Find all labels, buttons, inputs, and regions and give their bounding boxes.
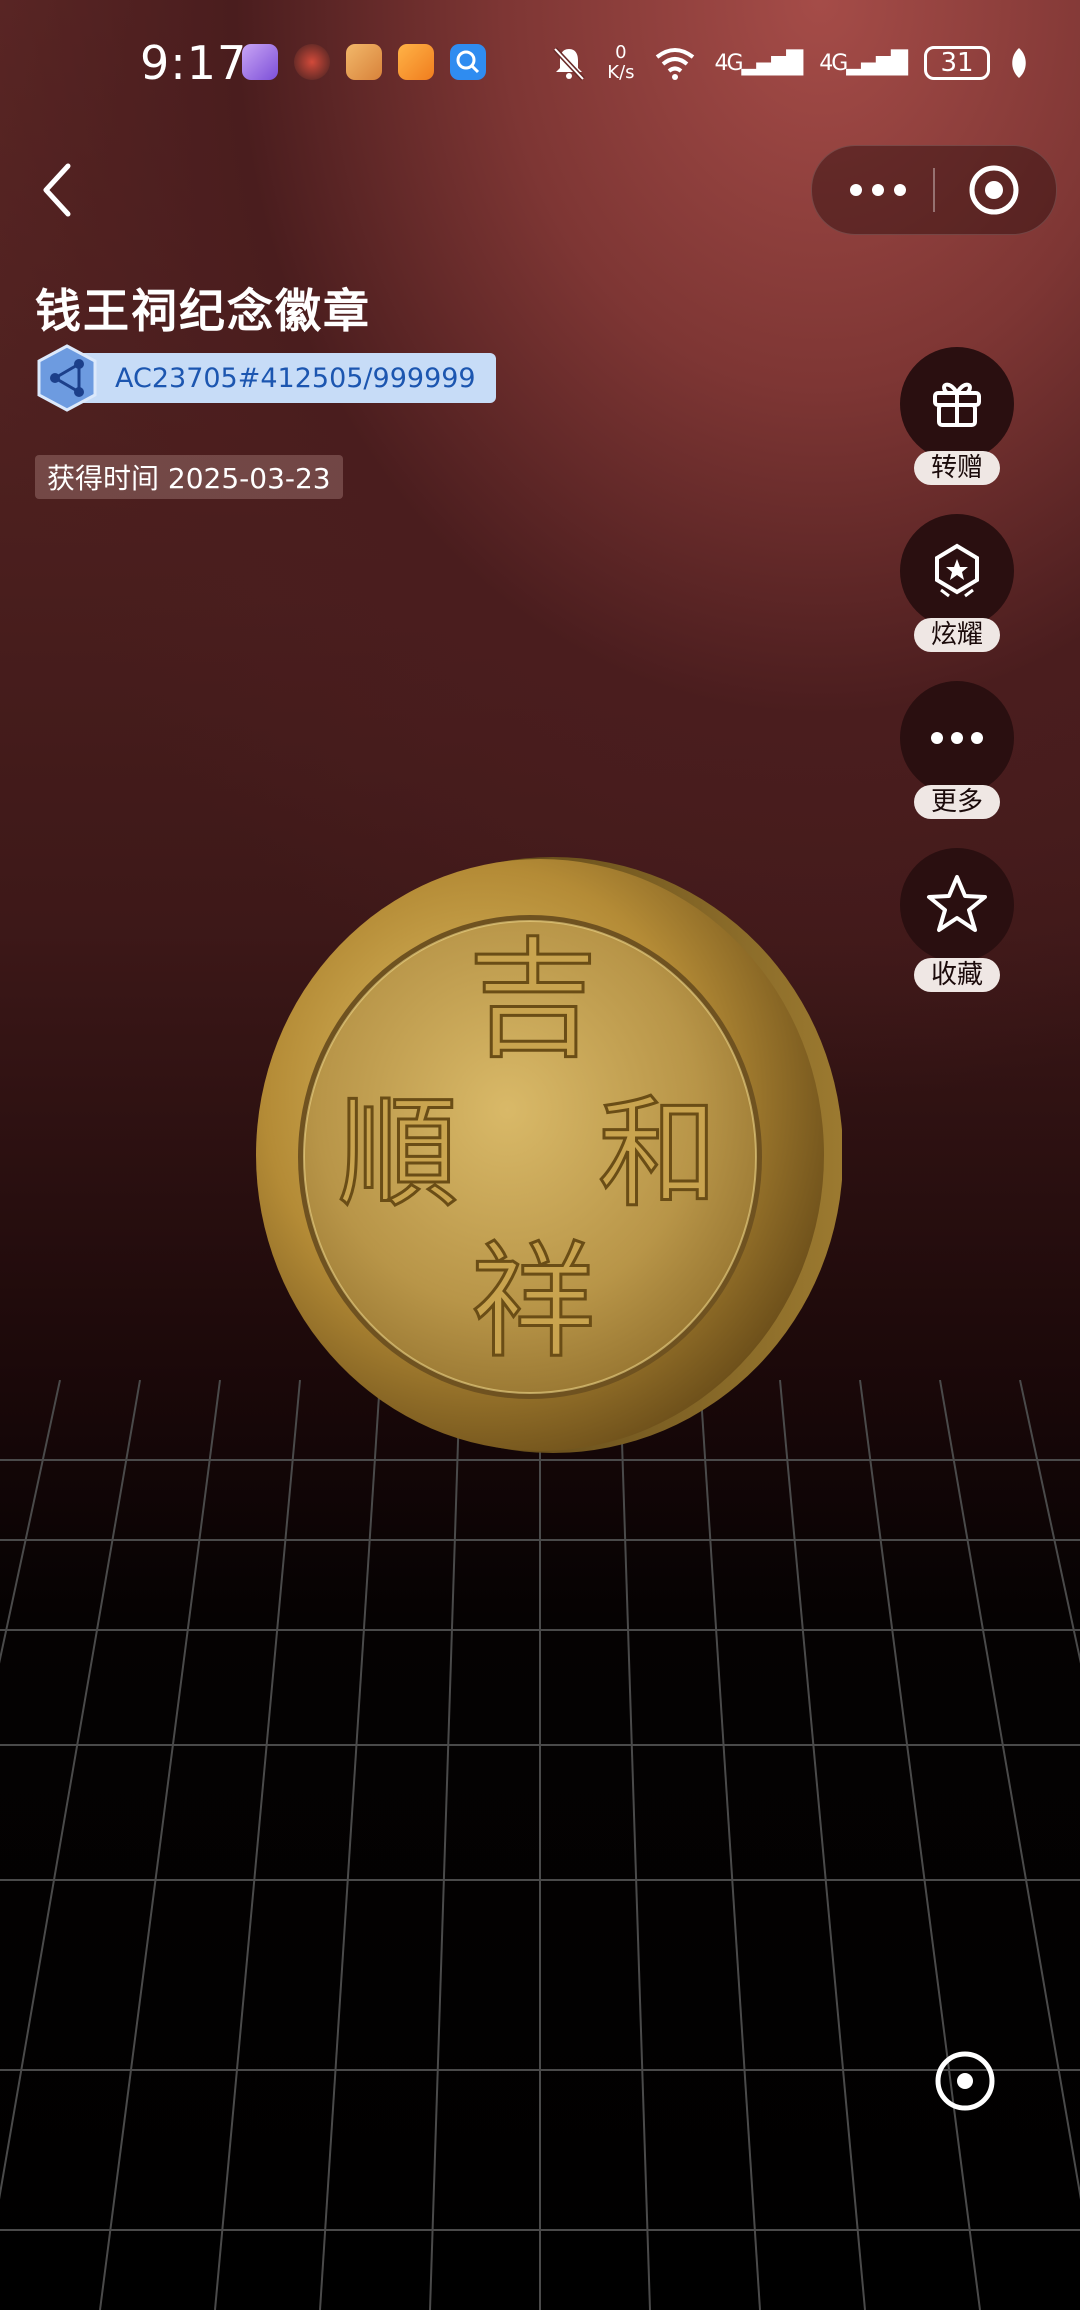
show-off-label: 炫耀: [914, 618, 1000, 652]
show-off-button[interactable]: [900, 514, 1014, 628]
wifi-icon: [655, 48, 694, 80]
mini-program-capsule: [811, 145, 1057, 235]
coin-char-right: 和: [598, 1085, 718, 1224]
net-speed-unit: K/s: [607, 62, 635, 83]
more-dots-icon[interactable]: [848, 176, 908, 204]
mute-bell-icon: [553, 47, 586, 81]
commemorative-coin[interactable]: 吉 和 祥 順: [248, 855, 842, 1455]
net-speed: 0 K/s: [607, 43, 634, 83]
app-icon-game: [346, 44, 382, 80]
star-badge-icon: [935, 543, 979, 598]
back-chevron-icon[interactable]: [38, 160, 78, 220]
target-circle-icon[interactable]: [967, 163, 1021, 217]
page-title: 钱王祠纪念徽章: [35, 284, 371, 338]
star-outline-icon: [927, 875, 987, 932]
leaf-icon: [1012, 48, 1026, 78]
status-time: 9:17: [140, 36, 248, 90]
app-icon-orange: [398, 44, 434, 80]
chain-id-tag[interactable]: AC23705#412505/999999: [35, 344, 496, 412]
more-dots-icon: [931, 732, 983, 744]
signal-2-label: 4G: [819, 50, 848, 76]
more-actions-button[interactable]: [900, 681, 1014, 795]
transfer-label: 转赠: [914, 451, 1000, 485]
floor-grid: [0, 1380, 1080, 2310]
coin-char-bottom: 祥: [471, 1230, 596, 1375]
app-icon-search: [450, 44, 486, 80]
gift-icon: [933, 382, 981, 427]
app-icon-purple: [242, 44, 278, 80]
status-right: 0 K/s 4G▂▄▆█ 4G▂▄▆█ 31: [549, 38, 1030, 88]
app-icon-avatar: [294, 44, 330, 80]
signal-1: 4G▂▄▆█: [714, 50, 804, 76]
net-speed-value: 0: [615, 42, 627, 63]
blockchain-logo-icon: [37, 344, 97, 412]
battery-indicator: 31: [924, 46, 990, 80]
coin-char-top: 吉: [468, 924, 598, 1076]
acquired-date-badge: 获得时间 2025-03-23: [35, 455, 343, 499]
status-bar: 9:17 0 K/s 4G▂▄▆█ 4G▂▄▆█ 31: [0, 0, 1080, 130]
signal-2: 4G▂▄▆█: [819, 50, 908, 76]
signal-1-label: 4G: [714, 50, 744, 76]
reset-view-target-icon[interactable]: [934, 2050, 996, 2112]
chain-id-text: AC23705#412505/999999: [75, 353, 496, 403]
transfer-button[interactable]: [900, 347, 1014, 461]
capsule-divider: [933, 168, 935, 212]
favorite-label: 收藏: [914, 958, 1000, 992]
more-actions-label: 更多: [914, 785, 1000, 819]
favorite-button[interactable]: [900, 848, 1014, 962]
coin-char-left: 順: [338, 1085, 458, 1224]
